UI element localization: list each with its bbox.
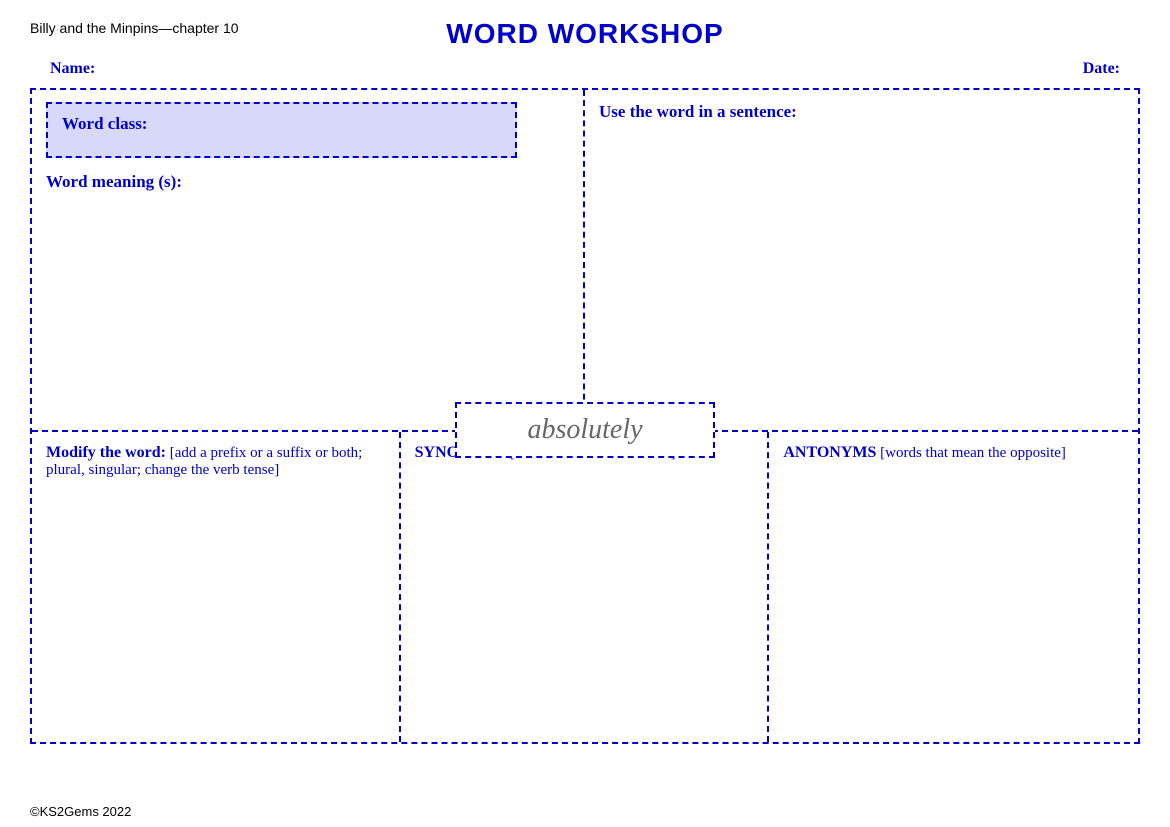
word-meaning-label: Word meaning (s): [46, 172, 569, 192]
top-left-cell: Word class: Word meaning (s): [32, 90, 585, 430]
top-section: Word class: Word meaning (s): Use the wo… [32, 90, 1138, 432]
bottom-section: Modify the word: [add a prefix or a suff… [32, 432, 1138, 742]
antonyms-strong: ANTONYMS [783, 444, 876, 461]
antonyms-label: ANTONYMS [words that mean the opposite] [783, 444, 1124, 462]
book-title: Billy and the Minpins—chapter 10 [30, 20, 239, 36]
worksheet-container: Word class: Word meaning (s): Use the wo… [30, 88, 1140, 744]
use-sentence-label: Use the word in a sentence: [599, 102, 1124, 122]
antonyms-detail: [words that mean the opposite] [880, 445, 1066, 461]
antonyms-cell: ANTONYMS [words that mean the opposite] [769, 432, 1138, 742]
modify-strong: Modify the word: [46, 444, 166, 461]
top-right-cell: Use the word in a sentence: [585, 90, 1138, 430]
synonyms-cell: SYNONYMS [words that mean the same] [401, 432, 770, 742]
word-class-label: Word class: [62, 114, 147, 133]
center-word-text: absolutely [527, 414, 642, 445]
modify-cell: Modify the word: [add a prefix or a suff… [32, 432, 401, 742]
page-title: WORD WORKSHOP [446, 18, 723, 50]
date-label: Date: [1083, 60, 1120, 78]
header-row: Billy and the Minpins—chapter 10 WORD WO… [30, 18, 1140, 50]
footer: ©KS2Gems 2022 [30, 804, 131, 819]
word-class-box[interactable]: Word class: [46, 102, 517, 158]
name-label: Name: [50, 60, 95, 78]
modify-label: Modify the word: [add a prefix or a suff… [46, 444, 385, 479]
copyright-text: ©KS2Gems 2022 [30, 804, 131, 819]
center-word-box: absolutely [455, 402, 715, 458]
name-date-row: Name: Date: [30, 60, 1140, 78]
